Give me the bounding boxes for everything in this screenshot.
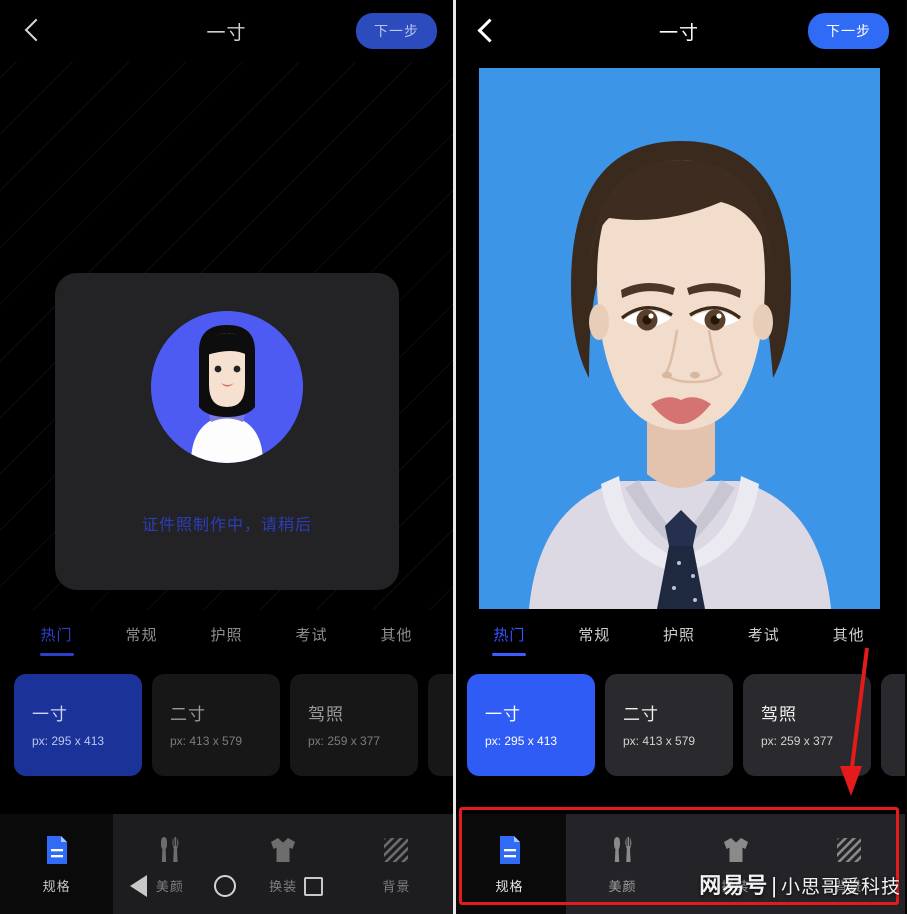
size-card-name: 二寸 [623, 705, 659, 724]
size-card-px: px: 295 x 413 [32, 734, 105, 748]
panel-divider [453, 0, 456, 914]
page-title: 一寸 [206, 22, 247, 44]
preview-area-left: 证件照制作中，请稍后 [0, 62, 453, 610]
nav-recents-square-icon[interactable] [304, 876, 324, 896]
category-tabs-left: 热门 常规 护照 考试 其他 [0, 610, 453, 658]
page-title: 一寸 [658, 22, 699, 44]
toolbar-item-spec[interactable]: 规格 [453, 814, 566, 914]
size-card-driver-license[interactable]: 驾照 px: 259 x 377 [290, 674, 418, 776]
size-card-px: px: 413 x 579 [170, 734, 243, 748]
size-card-list-right: 一寸 px: 295 x 413 二寸 px: 413 x 579 驾照 px:… [453, 658, 905, 776]
size-card-name: 驾照 [308, 705, 344, 724]
size-card-two-inch[interactable]: 二寸 px: 413 x 579 [605, 674, 733, 776]
beauty-brush-icon [606, 833, 640, 867]
app-header-left: 一寸 下一步 [0, 0, 453, 62]
tab-exam[interactable]: 考试 [269, 624, 354, 645]
loading-card: 证件照制作中，请稍后 [55, 273, 399, 590]
tab-other[interactable]: 其他 [354, 624, 439, 645]
watermark-separator: | [771, 873, 778, 898]
document-spec-icon [493, 833, 527, 867]
size-card-two-inch[interactable]: 二寸 px: 413 x 579 [152, 674, 280, 776]
tshirt-icon [719, 833, 753, 867]
size-card-list-left: 一寸 px: 295 x 413 二寸 px: 413 x 579 驾照 px:… [0, 658, 453, 776]
tab-normal[interactable]: 常规 [552, 624, 637, 645]
size-card-px: px: 295 x 413 [485, 734, 558, 748]
left-phone-panel: 一寸 下一步 证件照制作中，请稍后 热门 常规 护照 考试 其他 一寸 px: … [0, 0, 453, 914]
screenshot-stage: 一寸 下一步 证件照制作中，请稍后 热门 常规 护照 考试 其他 一寸 px: … [0, 0, 907, 914]
size-card-next-partial[interactable] [428, 674, 453, 776]
tab-passport[interactable]: 护照 [184, 624, 269, 645]
tab-hot[interactable]: 热门 [14, 624, 99, 645]
nav-back-triangle-icon[interactable] [129, 875, 147, 897]
tab-normal[interactable]: 常规 [99, 624, 184, 645]
id-photo-preview[interactable] [478, 68, 880, 609]
size-card-next-partial[interactable] [881, 674, 905, 776]
size-card-name: 一寸 [485, 705, 521, 724]
size-card-name: 二寸 [170, 705, 206, 724]
toolbar-label: 规格 [495, 879, 524, 894]
loading-status-text: 证件照制作中，请稍后 [141, 517, 312, 534]
background-hatch-icon [832, 833, 866, 867]
toolbar-label: 美颜 [608, 879, 637, 894]
size-card-name: 驾照 [761, 705, 797, 724]
category-tabs-right: 热门 常规 护照 考试 其他 [453, 610, 905, 658]
size-card-one-inch[interactable]: 一寸 px: 295 x 413 [14, 674, 142, 776]
size-card-name: 一寸 [32, 705, 68, 724]
watermark: 网易号 | 小思哥爱科技 [699, 868, 901, 900]
android-nav-bar [0, 858, 453, 914]
watermark-brand: 网易号 [699, 873, 769, 898]
size-card-one-inch[interactable]: 一寸 px: 295 x 413 [467, 674, 595, 776]
right-phone-panel: 一寸 下一步 热门 常规 护照 考试 其他 一寸 px: 295 x 413 二… [453, 0, 905, 914]
size-card-px: px: 259 x 377 [761, 734, 834, 748]
app-header-right: 一寸 下一步 [453, 0, 905, 62]
watermark-author: 小思哥爱科技 [780, 877, 901, 898]
user-avatar-illustration [151, 311, 303, 463]
size-card-px: px: 259 x 377 [308, 734, 381, 748]
toolbar-item-beauty[interactable]: 美颜 [566, 814, 679, 914]
size-card-px: px: 413 x 579 [623, 734, 696, 748]
tab-hot[interactable]: 热门 [467, 624, 552, 645]
tab-exam[interactable]: 考试 [721, 624, 806, 645]
size-card-driver-license[interactable]: 驾照 px: 259 x 377 [743, 674, 871, 776]
tab-other[interactable]: 其他 [806, 624, 891, 645]
nav-home-circle-icon[interactable] [214, 875, 237, 897]
tab-passport[interactable]: 护照 [637, 624, 722, 645]
preview-area-right [453, 62, 905, 610]
